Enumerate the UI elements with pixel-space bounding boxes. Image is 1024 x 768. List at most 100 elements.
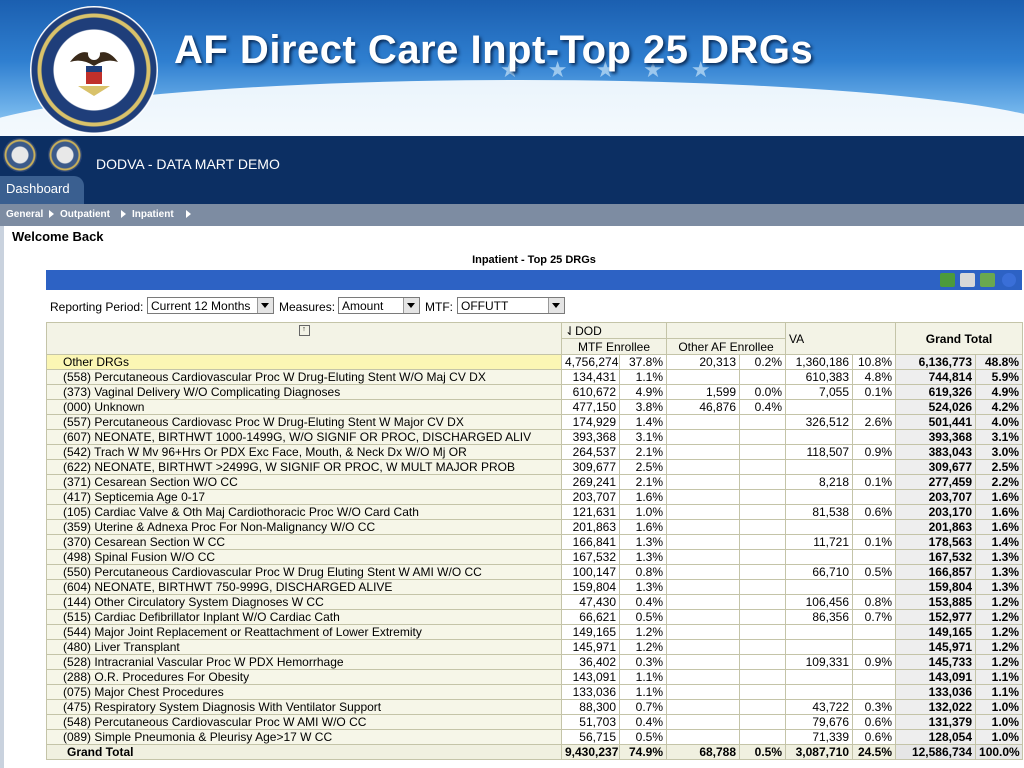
mtf-pct: 0.7%	[618, 699, 668, 715]
chevron-down-icon[interactable]	[548, 298, 564, 313]
table-row: (550) Percutaneous Cardiovascular Proc W…	[46, 564, 1024, 580]
grand-total-amount: 143,091	[895, 669, 977, 685]
subnav-outpatient[interactable]: Outpatient	[60, 209, 110, 220]
other-af-amount	[666, 714, 741, 730]
sub-navigation: General Outpatient Inpatient	[0, 204, 1024, 226]
subnav-general[interactable]: General	[6, 209, 43, 220]
grand-total-amount: 393,368	[895, 429, 977, 445]
va-amount: 106,456	[785, 594, 854, 610]
drg-name[interactable]: (370) Cesarean Section W CC	[46, 534, 562, 550]
other-af-amount	[666, 594, 741, 610]
va-pct: 0.3%	[852, 699, 897, 715]
mtf-amount: 88,300	[561, 699, 620, 715]
drg-name[interactable]: (558) Percutaneous Cardiovascular Proc W…	[46, 369, 562, 385]
table-row: (558) Percutaneous Cardiovascular Proc W…	[46, 369, 1024, 385]
drg-name[interactable]: (373) Vaginal Delivery W/O Complicating …	[46, 384, 562, 400]
drg-name[interactable]: (089) Simple Pneumonia & Pleurisy Age>17…	[46, 729, 562, 745]
va-pct	[852, 489, 897, 505]
period-label: Reporting Period:	[50, 300, 144, 314]
grand-total-pct: 1.6%	[975, 489, 1024, 505]
other-af-pct	[739, 474, 787, 490]
drg-name[interactable]: (475) Respiratory System Diagnosis With …	[46, 699, 562, 715]
drg-name[interactable]: (528) Intracranial Vascular Proc W PDX H…	[46, 654, 562, 670]
drg-column-header[interactable]: ↑	[46, 322, 562, 355]
drg-name[interactable]: (622) NEONATE, BIRTHWT >2499G, W SIGNIF …	[46, 459, 562, 475]
chevron-down-icon[interactable]	[257, 298, 273, 313]
mtf-enrollee-header[interactable]: MTF Enrollee	[560, 338, 668, 355]
drg-name[interactable]: (075) Major Chest Procedures	[46, 684, 562, 700]
grand-total-amount: 132,022	[895, 699, 977, 715]
drg-name[interactable]: (607) NEONATE, BIRTHWT 1000-1499G, W/O S…	[46, 429, 562, 445]
drg-name[interactable]: (000) Unknown	[46, 399, 562, 415]
va-header[interactable]: VA	[785, 322, 897, 355]
drg-name[interactable]: (417) Septicemia Age 0-17	[46, 489, 562, 505]
drg-name[interactable]: (544) Major Joint Replacement or Reattac…	[46, 624, 562, 640]
table-row: (498) Spinal Fusion W/O CC 167,532 1.3% 167…	[46, 549, 1024, 565]
sort-icon[interactable]: ↑	[298, 325, 310, 337]
grand-total-header[interactable]: Grand Total	[895, 322, 1024, 355]
va-amount: 11,721	[785, 534, 854, 550]
subnav-inpatient[interactable]: Inpatient	[132, 209, 174, 220]
export-icon[interactable]	[940, 273, 955, 287]
va-amount	[785, 624, 854, 640]
other-af-pct	[739, 624, 787, 640]
grand-total-pct: 1.0%	[975, 729, 1024, 745]
drg-name[interactable]: (550) Percutaneous Cardiovascular Proc W…	[46, 564, 562, 580]
va-amount: 610,383	[785, 369, 854, 385]
dod-header-spacer	[666, 322, 787, 339]
va-pct: 4.8%	[852, 369, 897, 385]
collapse-icon[interactable]: ⇃	[565, 324, 575, 338]
measures-select[interactable]: Amount	[338, 297, 420, 314]
va-amount: 118,507	[785, 444, 854, 460]
drg-name[interactable]: (498) Spinal Fusion W/O CC	[46, 549, 562, 565]
dod-header[interactable]: ⇃DOD	[560, 322, 668, 339]
period-value: Current 12 Months	[151, 299, 251, 313]
grand-total-amount: 203,707	[895, 489, 977, 505]
print-icon[interactable]	[960, 273, 975, 287]
table-row: (480) Liver Transplant 145,971 1.2% 145,971…	[46, 639, 1024, 655]
table-row: (000) Unknown 477,150 3.8% 46,876 0.4% 524,02…	[46, 399, 1024, 415]
other-af-pct	[739, 684, 787, 700]
drg-name[interactable]: (557) Percutaneous Cardiovasc Proc W Dru…	[46, 414, 562, 430]
drg-name[interactable]: (604) NEONATE, BIRTHWT 750-999G, DISCHAR…	[46, 579, 562, 595]
grand-total-amount: 145,971	[895, 639, 977, 655]
measures-value: Amount	[342, 299, 384, 313]
mtf-amount: 9,430,237	[561, 744, 620, 760]
chevron-right-icon	[186, 210, 191, 218]
drg-name[interactable]: (480) Liver Transplant	[46, 639, 562, 655]
drg-name[interactable]: (542) Trach W Mv 96+Hrs Or PDX Exc Face,…	[46, 444, 562, 460]
drg-name[interactable]: Grand Total	[46, 744, 562, 760]
drg-name[interactable]: (288) O.R. Procedures For Obesity	[46, 669, 562, 685]
table-row: (475) Respiratory System Diagnosis With …	[46, 699, 1024, 715]
grand-total-pct: 3.1%	[975, 429, 1024, 445]
other-af-amount	[666, 489, 741, 505]
drg-name[interactable]: Other DRGs	[46, 354, 562, 370]
grand-total-row: Grand Total 9,430,237 74.9% 68,788 0.5% 3,087…	[46, 744, 1024, 760]
drg-name[interactable]: (515) Cardiac Defibrillator Inplant W/O …	[46, 609, 562, 625]
va-amount	[785, 399, 854, 415]
help-icon[interactable]	[1002, 273, 1016, 287]
drg-table: ↑ ⇃DOD VA Grand Total MTF Enrollee Other…	[46, 322, 1024, 760]
grand-total-pct: 1.2%	[975, 639, 1024, 655]
chevron-down-icon[interactable]	[403, 298, 419, 313]
table-row: (075) Major Chest Procedures 133,036 1.1% 1…	[46, 684, 1024, 700]
drg-name[interactable]: (359) Uterine & Adnexa Proc For Non-Mali…	[46, 519, 562, 535]
va-amount: 79,676	[785, 714, 854, 730]
tab-dashboard[interactable]: Dashboard	[0, 176, 84, 204]
drg-name[interactable]: (371) Cesarean Section W/O CC	[46, 474, 562, 490]
other-af-amount	[666, 624, 741, 640]
grand-total-amount: 501,441	[895, 414, 977, 430]
drg-name[interactable]: (548) Percutaneous Cardiovascular Proc W…	[46, 714, 562, 730]
va-amount	[785, 639, 854, 655]
toolbar-icons	[940, 273, 1020, 289]
chevron-right-icon	[49, 210, 54, 218]
grand-total-amount: 167,532	[895, 549, 977, 565]
drg-name[interactable]: (144) Other Circulatory System Diagnoses…	[46, 594, 562, 610]
drg-name[interactable]: (105) Cardiac Valve & Oth Maj Cardiothor…	[46, 504, 562, 520]
measures-label: Measures:	[279, 300, 336, 314]
other-af-header[interactable]: Other AF Enrollee	[666, 338, 787, 355]
refresh-icon[interactable]	[980, 273, 995, 287]
va-seal-logo	[30, 6, 158, 134]
mtf-select[interactable]: OFFUTT	[457, 297, 565, 314]
period-select[interactable]: Current 12 Months	[147, 297, 274, 314]
